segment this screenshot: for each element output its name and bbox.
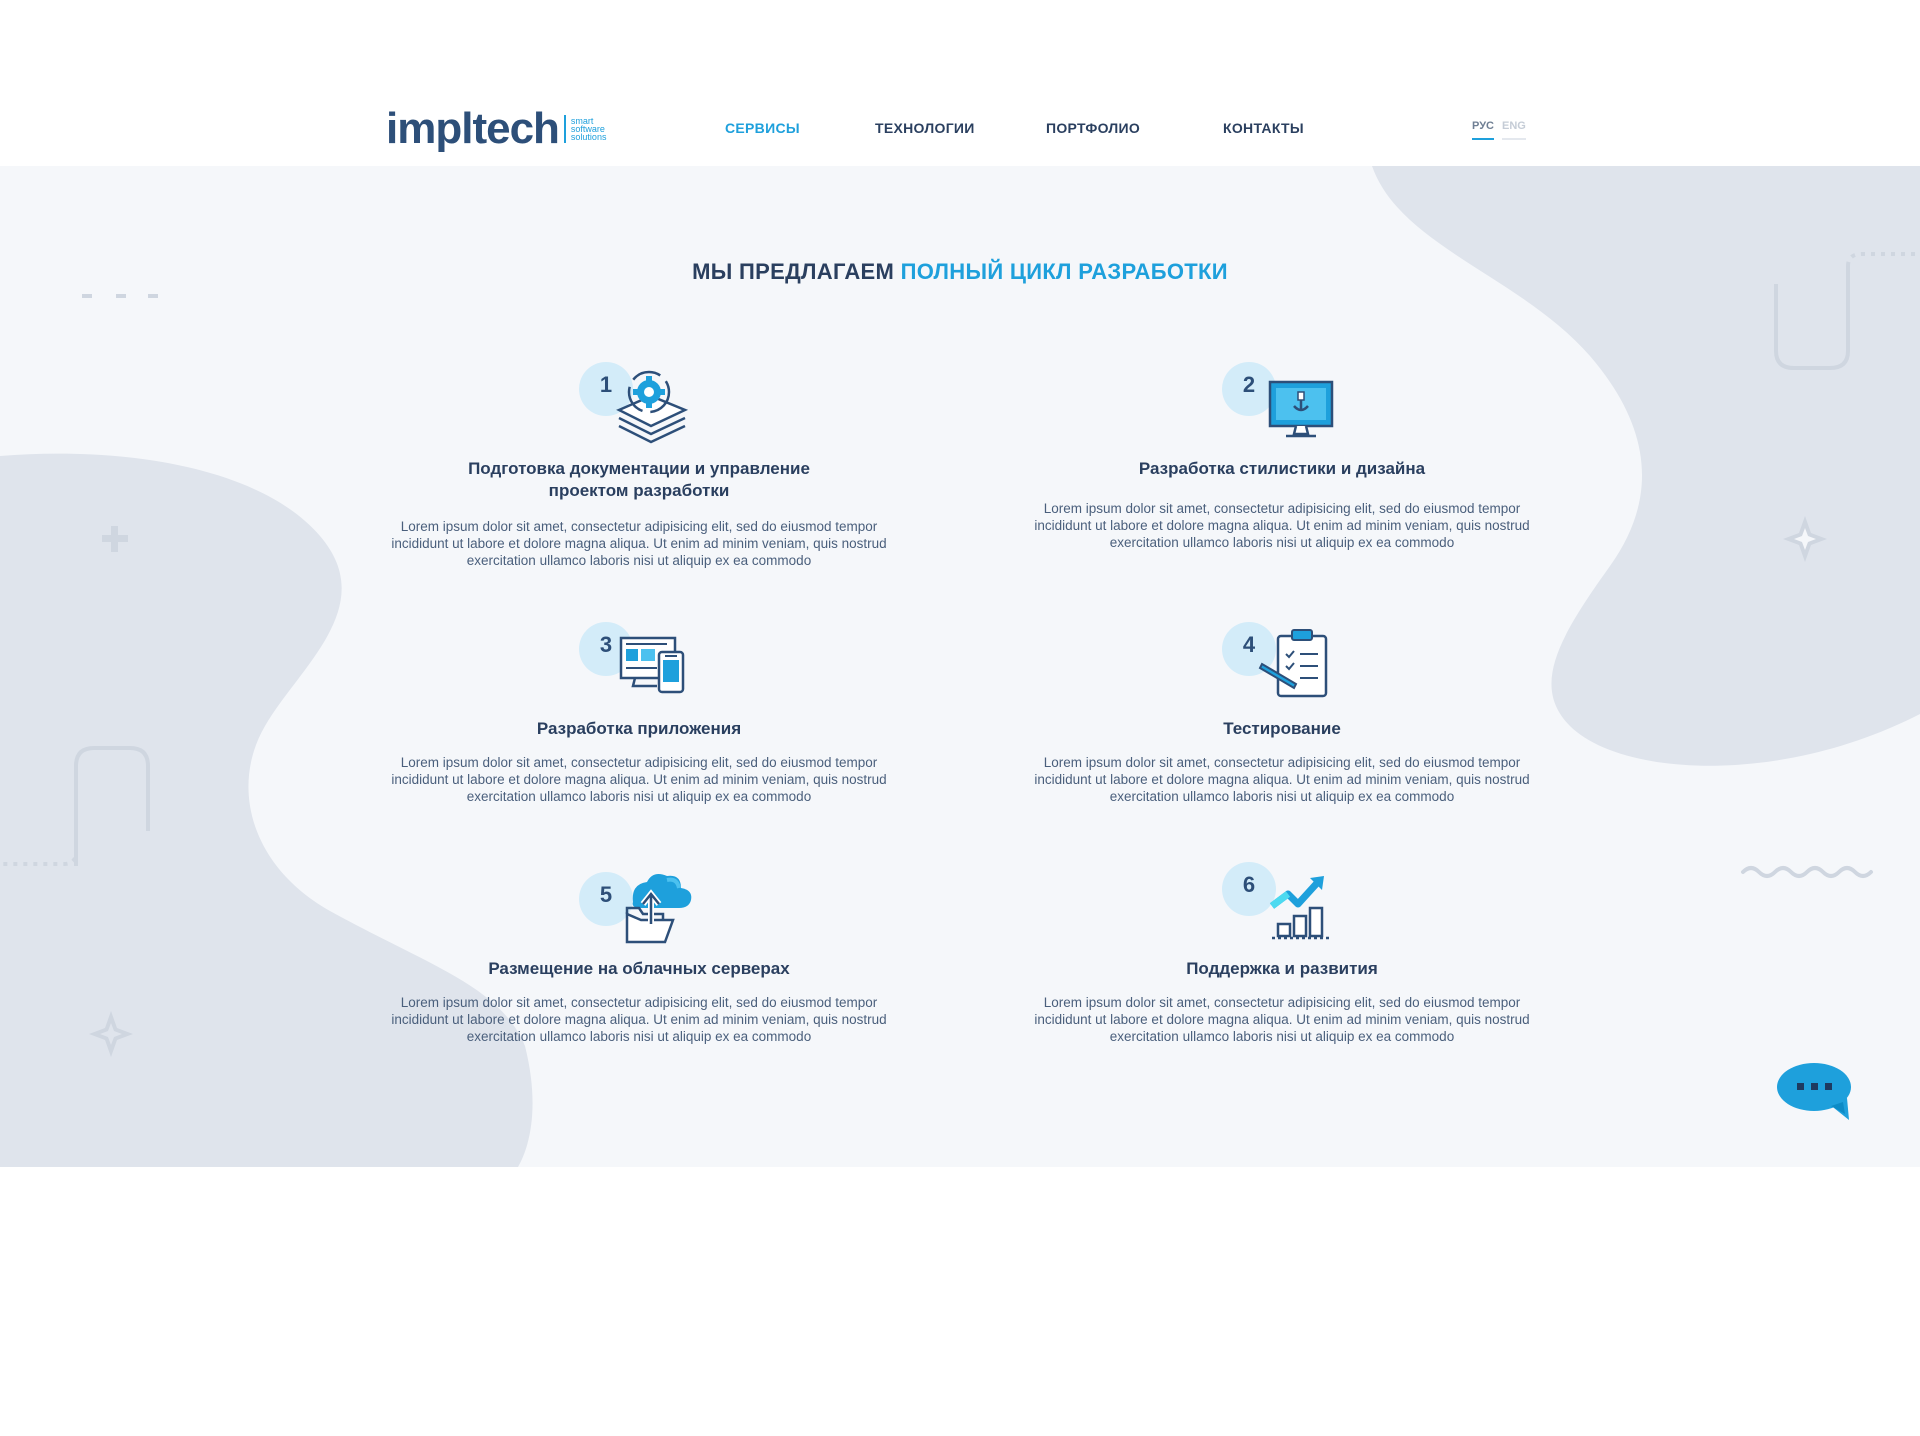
service-description: Lorem ipsum dolor sit amet, consectetur … xyxy=(1034,995,1530,1044)
documentation-gear-icon xyxy=(616,370,689,444)
service-title: Размещение на облачных серверах xyxy=(488,959,790,978)
wave-decor xyxy=(1741,866,1873,878)
service-title: Поддержка и развития xyxy=(1186,959,1378,978)
main-nav: СЕРВИСЫ ТЕХНОЛОГИИ ПОРТФОЛИО КОНТАКТЫ xyxy=(0,120,1920,140)
service-title: Разработка приложения xyxy=(536,719,742,738)
service-card-5: 5 Размещение на облачных серверах Lorem … xyxy=(389,862,889,1045)
service-card-2: 2 Разработка стилистики и дизайна Lorem … xyxy=(1032,362,1532,551)
service-card-4: 4 Тестирование Lorem ipsum dolor sit ame… xyxy=(1032,622,1532,805)
nav-item-portfolio[interactable]: ПОРТФОЛИО xyxy=(1046,120,1140,136)
clipboard-test-icon xyxy=(1258,629,1328,698)
service-title: Подготовка документации и управление про… xyxy=(468,459,810,500)
services-section: МЫ ПРЕДЛАГАЕМ ПОЛНЫЙ ЦИКЛ РАЗРАБОТКИ 1 П… xyxy=(0,166,1920,1167)
service-title: Тестирование xyxy=(1223,719,1341,738)
service-title: Разработка стилистики и дизайна xyxy=(1138,459,1426,478)
background-decor xyxy=(0,166,1920,1167)
service-description: Lorem ipsum dolor sit amet, consectetur … xyxy=(391,995,887,1044)
nav-item-contacts[interactable]: КОНТАКТЫ xyxy=(1223,120,1304,136)
nav-item-services[interactable]: СЕРВИСЫ xyxy=(725,120,800,136)
growth-chart-icon xyxy=(1269,876,1330,940)
nav-item-technologies[interactable]: ТЕХНОЛОГИИ xyxy=(875,120,975,136)
dashes-decor xyxy=(82,294,158,298)
devices-app-icon xyxy=(619,636,685,694)
cloud-upload-icon xyxy=(625,874,692,944)
monitor-design-icon xyxy=(1268,380,1334,438)
service-card-6: 6 Поддержка и развития Lorem ipsum dolor… xyxy=(1032,862,1532,1045)
service-card-3: 3 Разработка приложения Lorem ipsum dolo… xyxy=(389,622,889,805)
language-switcher: РУС ENG xyxy=(1472,120,1526,140)
chat-bubble-icon[interactable] xyxy=(1777,1062,1855,1122)
service-description: Lorem ipsum dolor sit amet, consectetur … xyxy=(1034,501,1530,550)
service-card-1: 1 Подготовка документации и управление п… xyxy=(389,362,889,569)
site-header: impltech smart software solutions СЕРВИС… xyxy=(0,0,1920,166)
lang-en-option[interactable]: ENG xyxy=(1501,120,1526,140)
service-description: Lorem ipsum dolor sit amet, consectetur … xyxy=(1034,755,1530,804)
service-description: Lorem ipsum dolor sit amet, consectetur … xyxy=(391,519,887,568)
lang-ru-option[interactable]: РУС xyxy=(1472,120,1494,140)
section-title: МЫ ПРЕДЛАГАЕМ ПОЛНЫЙ ЦИКЛ РАЗРАБОТКИ xyxy=(692,259,1228,284)
service-description: Lorem ipsum dolor sit amet, consectetur … xyxy=(391,755,887,804)
